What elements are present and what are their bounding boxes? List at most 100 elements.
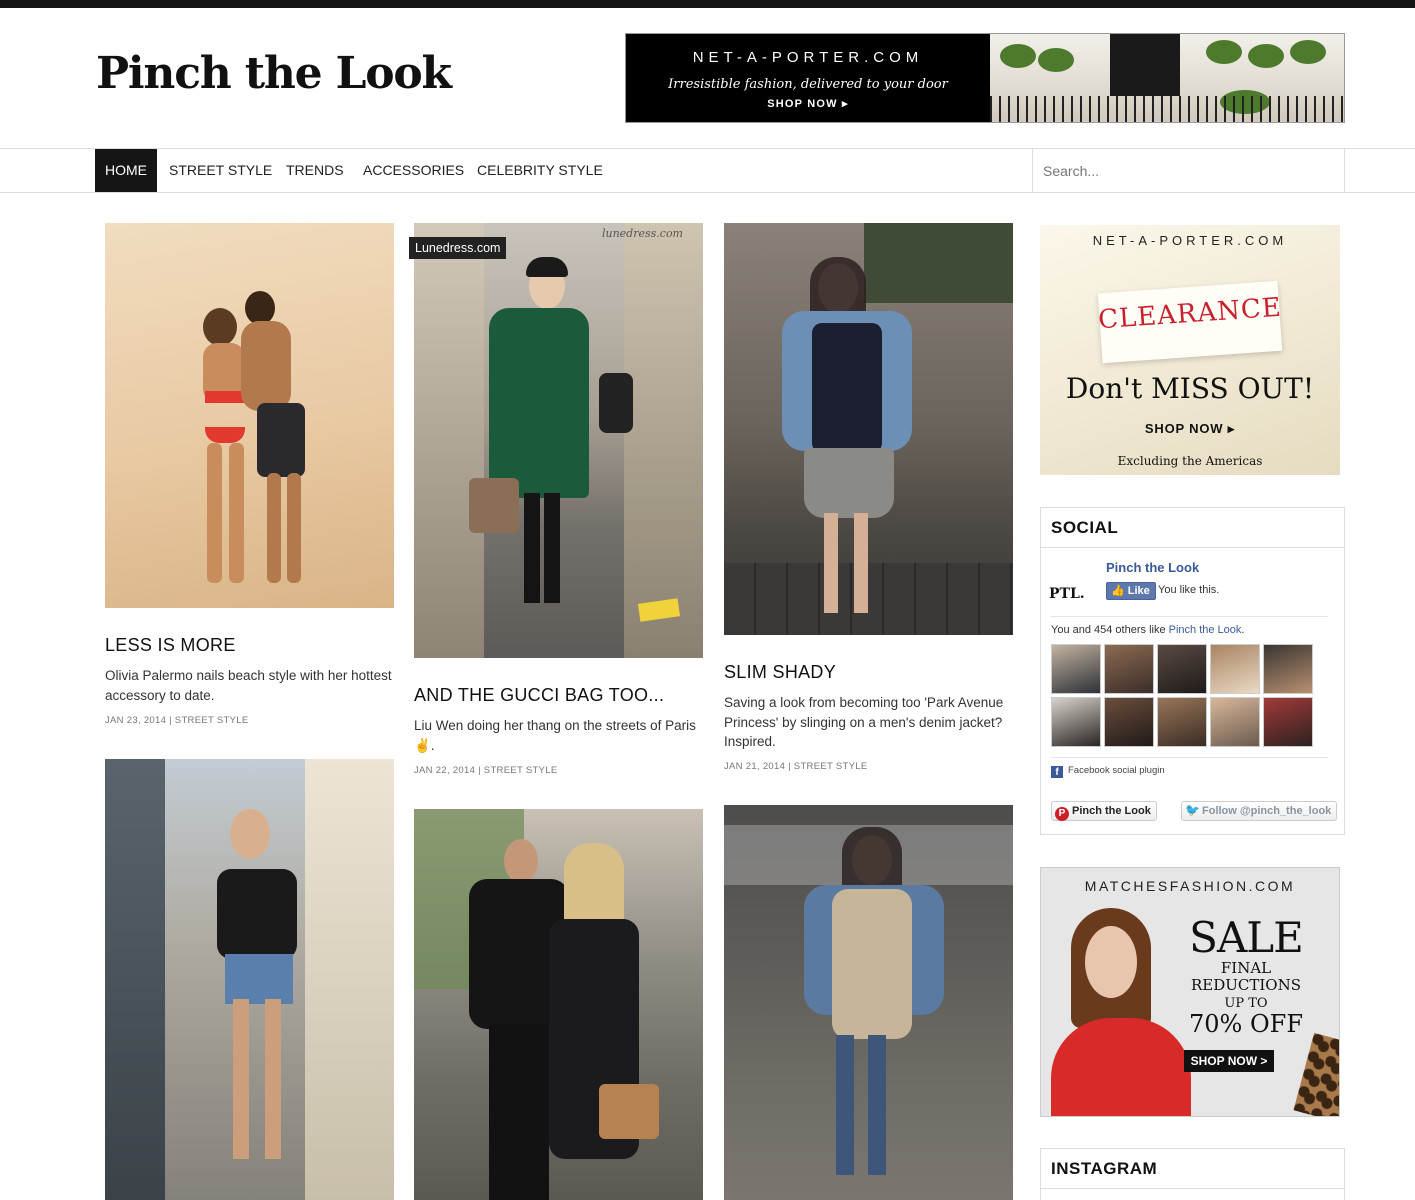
post-meta[interactable]: JAN 23, 2014 | STREET STYLE	[105, 715, 248, 726]
shrub	[1248, 44, 1284, 68]
nav-home[interactable]: HOME	[95, 149, 157, 192]
skirt	[804, 448, 894, 518]
header-ad-brand: NET-A-PORTER.COM	[692, 49, 924, 66]
fan-avatar[interactable]	[1210, 644, 1260, 694]
post-title[interactable]: LESS IS MORE	[105, 635, 236, 656]
figure-head	[203, 308, 237, 346]
post-meta[interactable]: JAN 21, 2014 | STREET STYLE	[724, 761, 867, 772]
sidebar-sale-ad[interactable]: MATCHESFASHION.COM SALE FINAL REDUCTIONS …	[1040, 867, 1340, 1117]
fb-count-page-link[interactable]: Pinch the Look	[1169, 624, 1242, 636]
iron-railing	[990, 96, 1344, 122]
fan-avatar[interactable]	[1263, 697, 1313, 747]
nav-accessories[interactable]: ACCESSORIES	[353, 149, 474, 192]
fan-avatar[interactable]	[1210, 697, 1260, 747]
post-image[interactable]	[724, 223, 1013, 635]
ad-offer: 70% OFF	[1189, 1010, 1303, 1038]
fb-like-button[interactable]: 👍 Like	[1106, 582, 1156, 600]
header-ad-townhouse-photo	[990, 34, 1344, 122]
twitter-follow-button[interactable]: 🐦 Follow @pinch_the_look	[1181, 801, 1338, 821]
figure-leg	[207, 443, 222, 583]
main-nav: HOME STREET STYLE TRENDS ACCESSORIES CEL…	[0, 148, 1415, 193]
photo-watermark: lunedress.com	[601, 227, 683, 240]
nav-street-style[interactable]: STREET STYLE	[159, 149, 282, 192]
social-widget-title: SOCIAL	[1041, 508, 1344, 548]
figure-leg	[233, 999, 249, 1159]
post-title[interactable]: AND THE GUCCI BAG TOO...	[414, 685, 664, 706]
building-left	[414, 223, 484, 658]
site-logo[interactable]: Pinch the Look	[96, 48, 452, 99]
post-image[interactable]	[105, 759, 394, 1200]
navy-sweater	[812, 323, 882, 453]
fb-social-plugin-label[interactable]: f Facebook social plugin	[1051, 765, 1165, 778]
fb-count-prefix: You and 454 others like	[1051, 624, 1169, 636]
header-banner-ad[interactable]: NET-A-PORTER.COM Irresistible fashion, d…	[625, 33, 1345, 123]
fb-page-name[interactable]: Pinch the Look	[1106, 560, 1199, 575]
post-excerpt: Liu Wen doing her thang on the streets o…	[414, 718, 696, 753]
post-meta[interactable]: JAN 22, 2014 | STREET STYLE	[414, 765, 557, 776]
figure-leg	[836, 1035, 854, 1175]
window-box-plants	[864, 223, 1013, 303]
pinterest-follow-button[interactable]: P Pinch the Look	[1051, 801, 1157, 821]
shopping-bag	[469, 478, 519, 533]
shrub	[1038, 48, 1074, 72]
divider	[1051, 616, 1328, 617]
figure-legs	[489, 1024, 549, 1200]
thumbs-up-icon: 👍	[1111, 585, 1128, 597]
swimwear-bottom	[205, 427, 245, 443]
figure-leg	[267, 473, 281, 583]
fb-like-count: You and 454 others like Pinch the Look.	[1051, 624, 1244, 636]
divider	[1051, 757, 1328, 758]
fb-count-suffix: .	[1241, 624, 1245, 636]
ad-shop-now[interactable]: SHOP NOW >	[1184, 1050, 1274, 1072]
facebook-icon: f	[1051, 766, 1063, 778]
post-image[interactable]	[414, 223, 703, 658]
post-image[interactable]	[105, 223, 394, 608]
post-card: SLIM SHADY Saving a look from becoming t…	[724, 223, 1013, 778]
leopard-clutch	[1293, 1032, 1339, 1116]
fan-avatar[interactable]	[1051, 644, 1101, 694]
shrub	[1290, 40, 1326, 64]
knit-sweater	[832, 889, 912, 1039]
fb-page-logo[interactable]: PTL.	[1049, 586, 1085, 602]
board-shorts	[257, 403, 305, 477]
header-ad-copy: NET-A-PORTER.COM Irresistible fashion, d…	[626, 34, 990, 122]
photo-credit-badge[interactable]: Lunedress.com	[409, 237, 507, 259]
fan-avatar[interactable]	[1157, 697, 1207, 747]
header-ad-shop-now[interactable]: SHOP NOW ▸	[626, 97, 990, 110]
instagram-widget: INSTAGRAM	[1040, 1148, 1345, 1200]
instagram-widget-title: INSTAGRAM	[1041, 1149, 1344, 1189]
search-input[interactable]	[1033, 149, 1344, 192]
leopard-bag	[599, 1084, 659, 1139]
storefront	[105, 759, 165, 1200]
fan-avatar[interactable]	[1104, 697, 1154, 747]
ad-sale-headline: SALE	[1189, 913, 1304, 962]
fan-avatar[interactable]	[1104, 644, 1154, 694]
nav-celebrity-style[interactable]: CELEBRITY STYLE	[467, 149, 613, 192]
fb-you-like: You like this.	[1158, 584, 1220, 596]
post-excerpt: Saving a look from becoming too 'Park Av…	[724, 695, 1004, 749]
figure-leg	[854, 513, 868, 613]
sidebar-clearance-ad[interactable]: NET-A-PORTER.COM CLEARANCE Don't MISS OU…	[1040, 225, 1340, 475]
post-image[interactable]	[724, 805, 1013, 1200]
ad-note: Excluding the Americas	[1117, 454, 1263, 468]
ad-line-2: REDUCTIONS	[1190, 976, 1302, 994]
ad-line-1: FINAL	[1220, 959, 1272, 977]
figure-leg	[524, 493, 540, 603]
figure-leg	[265, 999, 281, 1159]
pinterest-label: Pinch the Look	[1072, 805, 1151, 817]
townhouse-door	[1110, 34, 1180, 96]
fb-like-label: Like	[1127, 585, 1150, 597]
ad-shop-now[interactable]: SHOP NOW ▸	[1040, 421, 1340, 437]
figure-head	[230, 809, 270, 859]
figure-leg	[824, 513, 838, 613]
post-title[interactable]: SLIM SHADY	[724, 662, 836, 683]
post-card: LESS IS MORE Olivia Palermo nails beach …	[105, 223, 394, 733]
fan-avatar[interactable]	[1263, 644, 1313, 694]
fan-avatar[interactable]	[1051, 697, 1101, 747]
ad-headline: Don't MISS OUT!	[1065, 372, 1315, 405]
twitter-label: Follow @pinch_the_look	[1202, 805, 1332, 817]
nav-trends[interactable]: TRENDS	[276, 149, 354, 192]
figure-head	[504, 839, 538, 883]
post-image[interactable]	[414, 809, 703, 1200]
fan-avatar[interactable]	[1157, 644, 1207, 694]
